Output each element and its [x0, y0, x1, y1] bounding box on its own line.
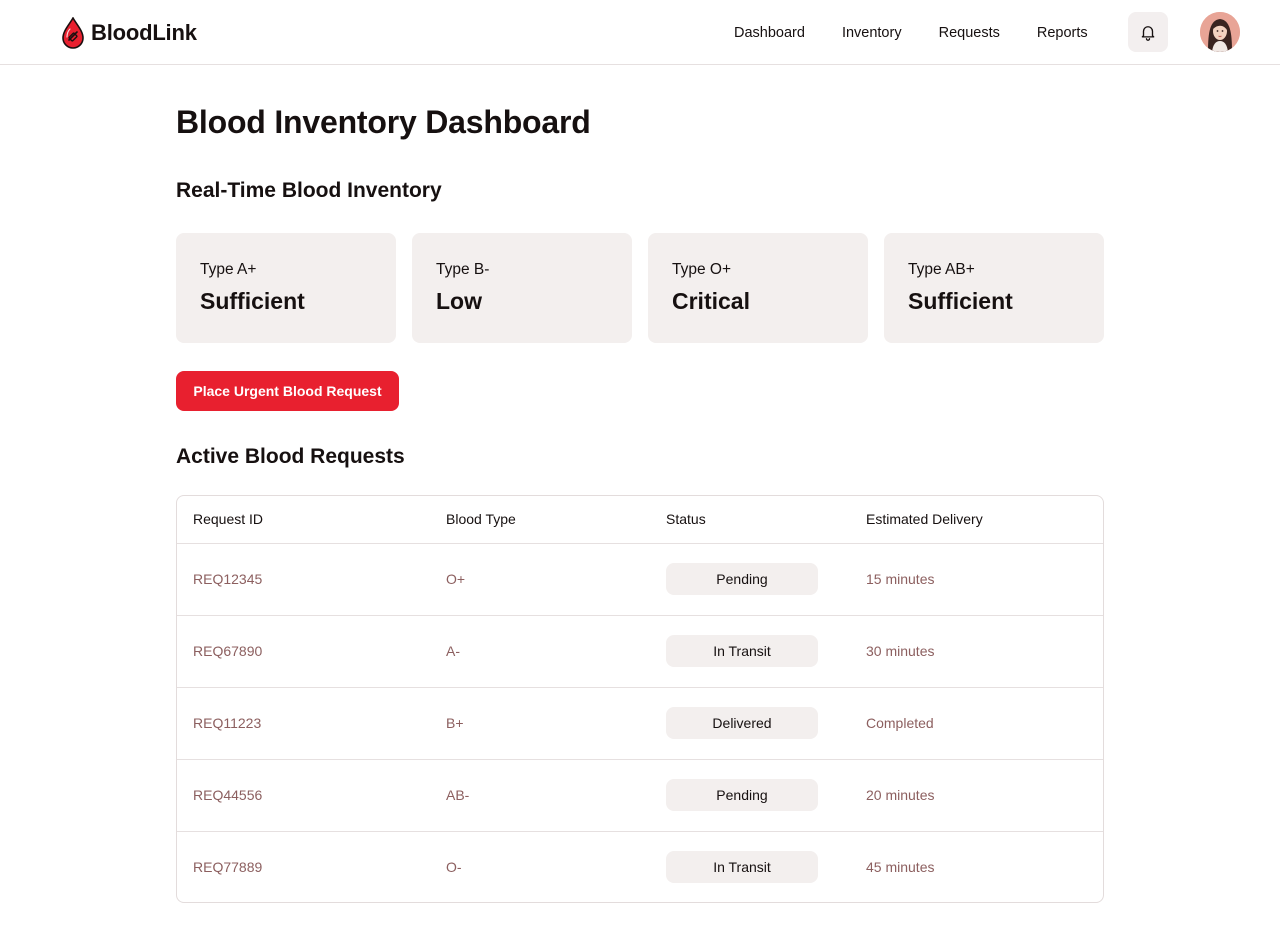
- column-header-status[interactable]: Status: [666, 496, 850, 544]
- delivery-cell: 45 minutes: [866, 859, 935, 876]
- brand-logo[interactable]: BloodLink: [62, 16, 197, 50]
- brand-name: BloodLink: [91, 20, 197, 45]
- nav-inventory[interactable]: Inventory: [842, 25, 902, 41]
- card-stock-status: Critical: [672, 288, 750, 314]
- bell-icon: [1141, 26, 1155, 41]
- table-row[interactable]: REQ77889 O- In Transit 45 minutes: [177, 831, 1103, 902]
- table-row[interactable]: REQ44556 AB- Pending 20 minutes: [177, 759, 1103, 832]
- top-header: BloodLink Dashboard Inventory Requests R…: [0, 0, 1280, 65]
- inventory-card-ab-positive[interactable]: Type AB+ Sufficient: [884, 233, 1104, 343]
- status-cell: Pending: [666, 543, 850, 616]
- table-row[interactable]: REQ12345 O+ Pending 15 minutes: [177, 543, 1103, 616]
- blood-drop-icon: [62, 17, 84, 49]
- inventory-card-b-negative[interactable]: Type B- Low: [412, 233, 632, 343]
- card-stock-status: Low: [436, 288, 482, 314]
- requests-table: Request ID Blood Type Status Estimated D…: [176, 495, 1104, 903]
- table-header-row: Request ID Blood Type Status Estimated D…: [177, 496, 1103, 544]
- blood-type-cell: A-: [430, 615, 666, 688]
- status-cell: In Transit: [666, 831, 850, 902]
- main-nav: Dashboard Inventory Requests Reports: [734, 0, 1088, 65]
- status-badge: Pending: [666, 779, 818, 811]
- request-id-cell: REQ44556: [177, 759, 430, 832]
- urgent-request-button[interactable]: Place Urgent Blood Request: [176, 371, 399, 411]
- request-id-cell: REQ67890: [177, 615, 430, 688]
- inventory-section-title: Real-Time Blood Inventory: [176, 179, 442, 202]
- blood-type-cell: B+: [430, 687, 666, 760]
- blood-type-cell: O+: [430, 543, 666, 616]
- delivery-cell: 20 minutes: [850, 759, 1103, 832]
- nav-reports[interactable]: Reports: [1037, 25, 1088, 41]
- column-header-estimated-delivery[interactable]: Estimated Delivery: [850, 496, 1103, 544]
- delivery-cell: Completed: [850, 687, 1103, 760]
- delivery-cell: 30 minutes: [850, 615, 1103, 688]
- card-blood-type: Type O+: [672, 261, 732, 278]
- blood-type-cell: AB-: [430, 759, 666, 832]
- page-title: Blood Inventory Dashboard: [176, 104, 591, 140]
- delivery-cell: 15 minutes: [850, 543, 1103, 616]
- request-id-cell: REQ12345: [177, 543, 430, 616]
- avatar[interactable]: [1200, 12, 1240, 52]
- status-cell: In Transit: [666, 615, 850, 688]
- inventory-card-a-positive[interactable]: Type A+ Sufficient: [176, 233, 396, 343]
- status-badge: In Transit: [666, 851, 818, 884]
- nav-requests[interactable]: Requests: [939, 25, 1000, 41]
- user-avatar-image: [1200, 12, 1240, 52]
- request-id-cell: REQ77889: [193, 859, 263, 876]
- blood-type-cell: O-: [446, 859, 462, 876]
- request-id-cell: REQ11223: [177, 687, 430, 760]
- card-stock-status: Sufficient: [908, 288, 1013, 314]
- inventory-card-o-positive[interactable]: Type O+ Critical: [648, 233, 868, 343]
- column-header-request-id[interactable]: Request ID: [177, 496, 430, 544]
- table-row[interactable]: REQ11223 B+ Delivered Completed: [177, 687, 1103, 760]
- card-stock-status: Sufficient: [200, 288, 305, 314]
- status-badge: Pending: [666, 563, 818, 595]
- column-header-blood-type[interactable]: Blood Type: [430, 496, 666, 544]
- status-cell: Pending: [666, 759, 850, 832]
- requests-section-title: Active Blood Requests: [176, 445, 405, 468]
- status-badge: Delivered: [666, 707, 818, 739]
- status-cell: Delivered: [666, 687, 850, 760]
- nav-dashboard[interactable]: Dashboard: [734, 25, 805, 41]
- card-blood-type: Type B-: [436, 261, 490, 278]
- inventory-cards: Type A+ Sufficient Type B- Low Type O+ C…: [176, 233, 1104, 343]
- status-badge: In Transit: [666, 635, 818, 667]
- notifications-button[interactable]: [1128, 12, 1168, 52]
- card-blood-type: Type AB+: [908, 261, 975, 278]
- card-blood-type: Type A+: [200, 261, 257, 278]
- table-row[interactable]: REQ67890 A- In Transit 30 minutes: [177, 615, 1103, 688]
